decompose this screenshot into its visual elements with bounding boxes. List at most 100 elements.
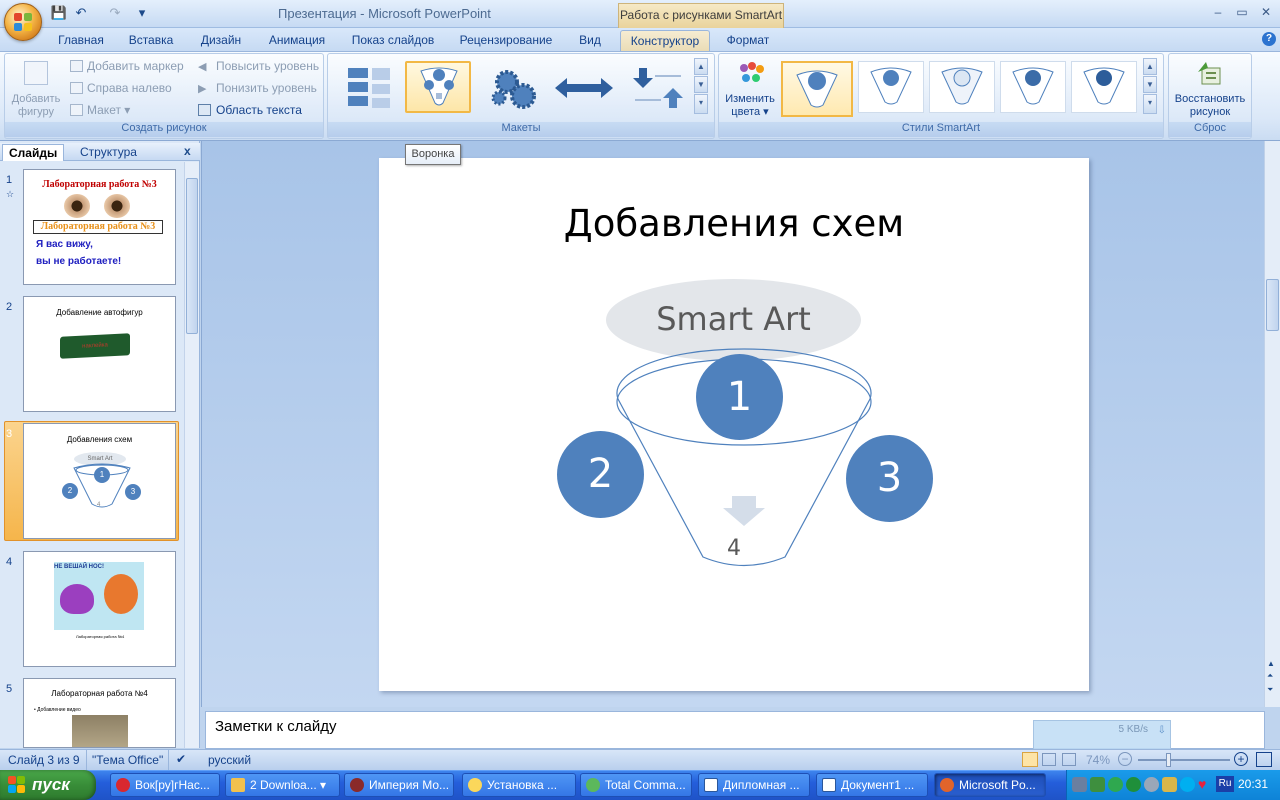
maximize-button[interactable]: ▭: [1232, 5, 1252, 21]
layout-dropdown[interactable]: Макет ▾: [87, 103, 130, 117]
close-button[interactable]: ✕: [1256, 5, 1276, 21]
close-pane-icon[interactable]: x: [184, 144, 191, 158]
tab-home[interactable]: Главная: [52, 30, 110, 51]
save-icon[interactable]: 💾: [50, 4, 68, 22]
zoom-in-icon[interactable]: +: [1234, 752, 1248, 766]
normal-view-icon[interactable]: [1022, 752, 1038, 767]
tab-animation[interactable]: Анимация: [262, 30, 332, 51]
taskbar-item-label: Документ1 ...: [841, 778, 915, 792]
editor-vertical-scrollbar[interactable]: ▲ ⏶ ⏷: [1264, 141, 1280, 707]
taskbar-item-powerpoint[interactable]: Microsoft Po...: [934, 773, 1046, 797]
start-button[interactable]: пуск: [0, 770, 96, 800]
tab-outline[interactable]: Структура: [74, 144, 143, 161]
slide-thumbnail-1[interactable]: Лабораторная работа №3 Лабораторная рабо…: [23, 169, 176, 285]
slide-counter: Слайд 3 из 9: [8, 753, 80, 767]
thumb-cartoon-image: [54, 562, 144, 630]
slideshow-view-icon[interactable]: [1062, 753, 1076, 766]
styles-scroll-up[interactable]: ▲: [1143, 58, 1157, 75]
tray-update-icon[interactable]: [1090, 777, 1105, 792]
gears-icon: [491, 70, 536, 109]
style-5[interactable]: [1071, 61, 1137, 113]
taskbar-item-word-thesis[interactable]: Дипломная ...: [698, 773, 810, 797]
zoom-level[interactable]: 74%: [1086, 753, 1110, 767]
demote-button[interactable]: Понизить уровень: [216, 81, 317, 95]
layouts-scroll-up[interactable]: ▲: [694, 58, 708, 75]
help-icon[interactable]: ?: [1262, 32, 1276, 46]
status-divider: [86, 750, 87, 770]
tab-review[interactable]: Рецензирование: [454, 30, 558, 51]
taskbar-item-total-commander[interactable]: Total Comma...: [580, 773, 692, 797]
scroll-up-icon[interactable]: ▲: [1267, 659, 1275, 668]
zoom-slider-thumb[interactable]: [1166, 753, 1171, 767]
tab-view[interactable]: Вид: [573, 30, 607, 51]
language-bar[interactable]: Ru: [1216, 776, 1234, 792]
style-2[interactable]: [858, 61, 924, 113]
text-pane-button[interactable]: Область текста: [216, 103, 302, 117]
style-3[interactable]: [929, 61, 995, 113]
styles-scroll-down[interactable]: ▼: [1143, 76, 1157, 93]
promote-button[interactable]: Повысить уровень: [216, 59, 319, 73]
taskbar-item-setup[interactable]: Установка ...: [462, 773, 576, 797]
funnel-item-circle[interactable]: 3: [846, 435, 933, 522]
change-colors-button[interactable]: Изменить цвета ▾: [722, 93, 778, 119]
tab-design[interactable]: Дизайн: [193, 30, 249, 51]
minimize-button[interactable]: ‒: [1208, 5, 1228, 21]
thumb-title: Лабораторная работа №3: [42, 179, 157, 190]
layout-stacked-list[interactable]: [335, 61, 401, 113]
slide-canvas[interactable]: Добавления схем Smart Art 1 2 3 4: [379, 158, 1089, 691]
zoom-slider[interactable]: [1138, 759, 1230, 761]
slide-thumbnail-2[interactable]: Добавление автофигур наклейка: [23, 296, 176, 412]
funnel-item-circle[interactable]: 2: [557, 431, 644, 518]
slide-thumbnail-4[interactable]: НЕ ВЕШАЙ НОС! Лабораторная работа №4: [23, 551, 176, 667]
tray-antivirus-icon[interactable]: [1108, 777, 1123, 792]
taskbar-item-downloads[interactable]: 2 Downloa... ▾: [225, 773, 340, 797]
tray-network-icon[interactable]: [1072, 777, 1087, 792]
fit-to-window-icon[interactable]: [1256, 752, 1272, 767]
tab-slides[interactable]: Слайды: [2, 144, 65, 161]
add-shape-icon: [24, 61, 48, 85]
tray-chat-icon[interactable]: [1162, 777, 1177, 792]
funnel-result-text[interactable]: 4: [714, 536, 754, 561]
add-shape-button[interactable]: Добавить фигуру: [8, 93, 64, 119]
scroll-thumb[interactable]: [1266, 279, 1279, 331]
tab-smartart-design[interactable]: Конструктор: [620, 30, 710, 51]
office-button[interactable]: [4, 3, 42, 41]
slide-thumbnail-5[interactable]: Лабораторная работа №4 • Добавление виде…: [23, 678, 176, 748]
styles-more[interactable]: ▾: [1143, 94, 1157, 114]
layouts-scroll-down[interactable]: ▼: [694, 76, 708, 93]
undo-icon[interactable]: ↶: [72, 4, 90, 22]
style-simple[interactable]: [781, 61, 853, 117]
slides-pane-scrollbar[interactable]: [184, 162, 199, 748]
slide-thumbnail-3[interactable]: Добавления схем Smart Art 1 2 3 4: [23, 423, 176, 539]
tray-skype-icon[interactable]: [1180, 777, 1195, 792]
tray-heart-icon[interactable]: ♥: [1198, 776, 1206, 792]
spellcheck-icon[interactable]: ✔: [176, 752, 186, 766]
tab-insert[interactable]: Вставка: [122, 30, 180, 51]
animation-icon: ☆: [6, 189, 15, 199]
customize-qat-icon[interactable]: ▾: [136, 4, 148, 22]
tab-slideshow[interactable]: Показ слайдов: [346, 30, 440, 51]
slide-sorter-icon[interactable]: [1042, 753, 1056, 766]
tray-torrent-icon[interactable]: [1126, 777, 1141, 792]
slide-title[interactable]: Добавления схем: [379, 202, 1089, 245]
layout-funnel[interactable]: [405, 61, 471, 113]
next-slide-icon[interactable]: ⏷: [1267, 685, 1273, 695]
language-indicator[interactable]: русский: [208, 753, 251, 767]
tab-format[interactable]: Формат: [716, 30, 780, 51]
redo-icon[interactable]: ↷: [106, 4, 124, 22]
tray-disk-icon[interactable]: [1144, 777, 1159, 792]
taskbar-item-word-doc1[interactable]: Документ1 ...: [816, 773, 928, 797]
taskbar-item-empire[interactable]: Империя Мо...: [344, 773, 454, 797]
layout-gears[interactable]: [480, 61, 546, 113]
right-to-left-button[interactable]: Справа налево: [87, 81, 172, 95]
style-4[interactable]: [1000, 61, 1066, 113]
zoom-out-icon[interactable]: −: [1118, 752, 1132, 766]
layout-arrows[interactable]: [550, 61, 616, 113]
funnel-item-circle[interactable]: 1: [696, 354, 783, 440]
layout-counterbalance[interactable]: [624, 61, 690, 113]
add-bullet-button[interactable]: Добавить маркер: [87, 59, 184, 73]
reset-graphic-button[interactable]: Восстановить рисунок: [1170, 93, 1250, 119]
taskbar-item-browser[interactable]: Вок[ру]гНас...: [110, 773, 220, 797]
layouts-more[interactable]: ▾: [694, 94, 708, 114]
prev-slide-icon[interactable]: ⏶: [1267, 671, 1273, 681]
